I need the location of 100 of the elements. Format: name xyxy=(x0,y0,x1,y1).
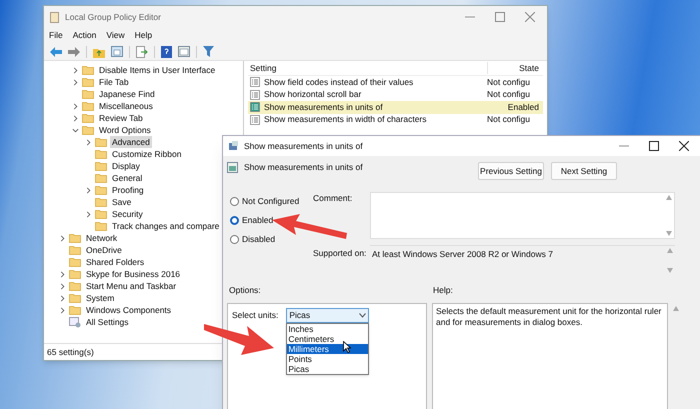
dropdown-option[interactable]: Centimeters xyxy=(287,334,368,344)
tree-item[interactable]: Shared Folders xyxy=(84,256,146,268)
comment-label: Comment: xyxy=(313,192,354,205)
scroll-up-icon[interactable] xyxy=(666,195,672,200)
tree-item[interactable]: All Settings xyxy=(84,316,131,328)
setting-title: Show measurements in units of xyxy=(244,161,363,174)
policy-icon xyxy=(250,102,260,112)
menu-item[interactable]: File xyxy=(49,29,63,42)
tree-item[interactable]: Customize Ribbon xyxy=(110,148,184,160)
radio-button[interactable] xyxy=(230,235,239,244)
chevron-icon[interactable] xyxy=(84,138,92,146)
tree-item[interactable]: Skype for Business 2016 xyxy=(84,268,182,280)
help-text: Selects the default measurement unit for the horizontal ruler and for measurements in dialog boxes. xyxy=(436,306,662,328)
dropdown-option[interactable]: Picas xyxy=(287,364,368,374)
setting-state: Not configu xyxy=(487,88,531,102)
supported-on-label: Supported on: xyxy=(313,247,368,260)
tree-item[interactable]: Advanced xyxy=(110,136,152,148)
tree-item[interactable]: Japanese Find xyxy=(97,88,157,100)
menu-item[interactable]: Action xyxy=(72,29,96,42)
comment-field[interactable] xyxy=(370,192,675,239)
tree-item[interactable]: Disable Items in User Interface xyxy=(97,64,218,76)
nav-button[interactable]: Next Setting xyxy=(551,162,617,180)
menu-item[interactable]: View xyxy=(106,29,125,42)
tree-item[interactable]: System xyxy=(84,292,116,304)
chevron-icon[interactable] xyxy=(72,102,78,110)
chevron-icon[interactable] xyxy=(58,282,66,290)
chevron-icon[interactable] xyxy=(72,78,78,86)
dropdown-option[interactable]: Points xyxy=(287,354,368,364)
app-icon xyxy=(50,12,60,22)
dropdown-option[interactable]: Inches xyxy=(287,324,368,334)
tree-item[interactable]: Word Options xyxy=(97,124,153,136)
close-icon[interactable] xyxy=(679,141,689,151)
dialog-title: Show measurements in units of xyxy=(244,140,363,152)
radio-button[interactable] xyxy=(230,216,239,225)
window-title: Local Group Policy Editor xyxy=(65,10,161,24)
setting-row[interactable]: Show measurements in width of characters Not configu xyxy=(248,114,543,126)
options-label: Options: xyxy=(229,284,262,297)
folder-icon xyxy=(82,89,94,99)
chevron-icon[interactable] xyxy=(58,234,66,242)
folder-icon xyxy=(69,281,81,291)
chevron-icon[interactable] xyxy=(84,210,92,218)
scroll-down-icon[interactable] xyxy=(666,231,672,236)
setting-state: Not configu xyxy=(487,76,531,89)
tree-item[interactable]: Review Tab xyxy=(97,112,145,124)
tree-item[interactable]: Security xyxy=(110,208,145,220)
panel-icon[interactable] xyxy=(111,46,123,57)
help-label: Help: xyxy=(433,284,453,297)
tree-item[interactable]: Start Menu and Taskbar xyxy=(84,280,178,292)
chevron-icon[interactable] xyxy=(72,66,78,74)
folder-icon xyxy=(95,161,107,171)
column-header[interactable]: Setting xyxy=(248,62,487,74)
setting-row[interactable]: Show horizontal scroll bar Not configu xyxy=(248,88,543,101)
folder-icon xyxy=(82,113,94,123)
tree-item[interactable]: Display xyxy=(110,160,142,172)
units-dropdown[interactable]: Picas xyxy=(286,308,370,323)
setting-row[interactable]: Show measurements in units of Enabled xyxy=(248,101,543,114)
help-icon[interactable] xyxy=(161,46,172,58)
setting-state: Not configu xyxy=(487,113,531,126)
filter-icon[interactable] xyxy=(203,46,214,57)
tree-item[interactable]: General xyxy=(110,172,144,184)
setting-row[interactable]: Show field codes instead of their values Not configu xyxy=(248,76,543,88)
setting-name: Show horizontal scroll bar xyxy=(264,88,362,102)
column-header[interactable]: State xyxy=(487,62,543,74)
supported-on-text: At least Windows Server 2008 R2 or Windows 7 xyxy=(372,248,553,261)
folder-icon xyxy=(95,137,107,147)
folder-icon xyxy=(69,305,81,315)
tree-item[interactable]: File Tab xyxy=(97,76,131,88)
chevron-icon[interactable] xyxy=(58,294,66,302)
dropdown-option[interactable]: Millimeters xyxy=(287,344,368,354)
properties-icon[interactable] xyxy=(178,46,190,57)
folder-icon xyxy=(82,101,94,111)
back-arrow-icon[interactable] xyxy=(50,46,62,56)
tree-item[interactable]: OneDrive xyxy=(84,244,124,256)
nav-button[interactable]: Previous Setting xyxy=(478,162,544,180)
chevron-icon[interactable] xyxy=(84,186,92,194)
tree-item[interactable]: Save xyxy=(110,196,134,208)
maximize-icon[interactable] xyxy=(649,141,659,151)
status-bar-text: 65 setting(s) xyxy=(47,346,94,358)
policy-setting-icon xyxy=(227,162,238,173)
tree-item[interactable]: Track changes and compare xyxy=(110,220,222,232)
tree-item[interactable]: Proofing xyxy=(110,184,146,196)
chevron-icon[interactable] xyxy=(58,270,66,278)
folder-icon xyxy=(82,65,94,75)
setting-name: Show measurements in width of characters xyxy=(264,113,428,126)
chevron-icon[interactable] xyxy=(72,114,78,122)
folder-icon xyxy=(69,245,81,255)
folder-icon xyxy=(95,221,107,231)
menu-item[interactable]: Help xyxy=(134,29,152,42)
chevron-icon[interactable] xyxy=(72,126,78,134)
folder-icon xyxy=(95,173,107,183)
forward-arrow-icon[interactable] xyxy=(68,46,80,56)
chevron-icon[interactable] xyxy=(58,306,66,314)
folder-icon xyxy=(95,185,107,195)
export-icon[interactable] xyxy=(136,46,148,58)
radio-button[interactable] xyxy=(230,197,239,206)
tree-item[interactable]: Miscellaneous xyxy=(97,100,155,112)
setting-name: Show measurements in units of xyxy=(264,100,384,114)
folder-icon xyxy=(69,269,81,279)
tree-item[interactable]: Network xyxy=(84,232,120,244)
tree-item[interactable]: Windows Components xyxy=(84,304,174,316)
